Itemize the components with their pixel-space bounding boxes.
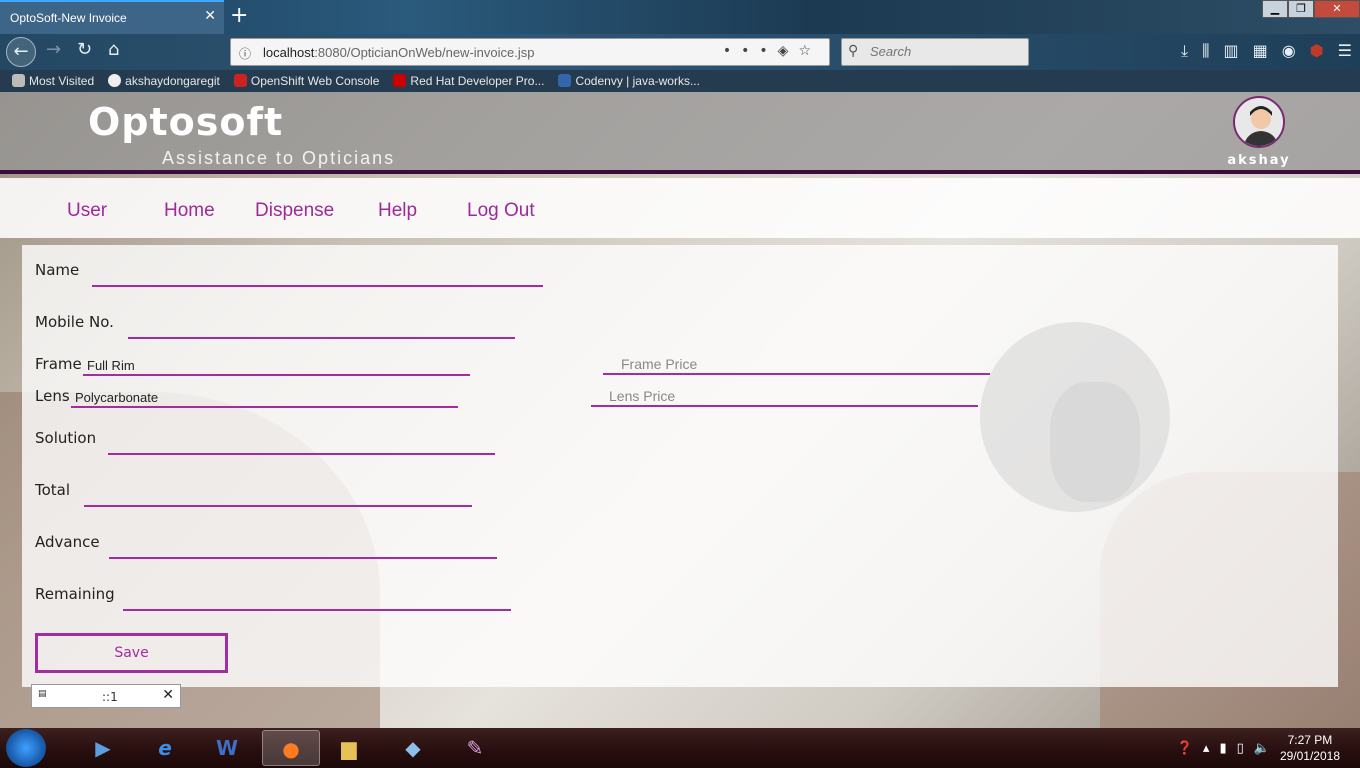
system-tray: ❓ ▴ ▮ ▯ 🔈 7:27 PM 29/01/2018 xyxy=(1177,728,1340,768)
solution-field[interactable] xyxy=(108,435,495,455)
forward-icon[interactable]: → xyxy=(46,39,61,60)
window-close-icon[interactable]: ✕ xyxy=(1314,0,1360,18)
total-field[interactable] xyxy=(84,487,472,507)
name-field[interactable] xyxy=(92,267,543,287)
advance-label: Advance xyxy=(35,533,100,551)
lens-label: Lens xyxy=(35,387,70,405)
clock[interactable]: 7:27 PM 29/01/2018 xyxy=(1280,732,1340,764)
sidebar-icon[interactable]: ▥ xyxy=(1223,41,1238,61)
invoice-form: Name Mobile No. Frame Lens Solution Tota… xyxy=(22,245,1338,687)
download-icon[interactable]: ⤓ xyxy=(1181,41,1188,61)
brand-logo[interactable]: Optosoft xyxy=(88,100,283,144)
remaining-label: Remaining xyxy=(35,585,115,603)
info-icon[interactable]: ⓘ xyxy=(239,45,251,62)
bookmarks-bar: Most Visited akshaydongaregit OpenShift … xyxy=(0,70,1360,92)
word-icon[interactable]: W xyxy=(198,730,256,766)
hamburger-menu-icon[interactable]: ☰ xyxy=(1338,41,1352,61)
tab-title: OptoSoft-New Invoice xyxy=(10,11,127,25)
frame-field[interactable] xyxy=(83,356,470,376)
show-hidden-icon[interactable]: ▴ xyxy=(1203,741,1210,756)
menu-item-help[interactable]: Help xyxy=(378,200,417,222)
frame-label: Frame xyxy=(35,355,82,373)
restore-icon[interactable]: ❐ xyxy=(1288,0,1314,18)
main-menu: User Home Dispense Help Log Out xyxy=(0,178,1360,238)
lens-price-field[interactable] xyxy=(591,387,978,407)
menu-item-home[interactable]: Home xyxy=(164,200,215,222)
browser-navbar: ← → ↻ ⌂ ⓘ localhost:8080/OpticianOnWeb/n… xyxy=(0,34,1360,70)
solution-label: Solution xyxy=(35,429,97,447)
bookmark-item[interactable]: Codenvy | java-works... xyxy=(558,70,700,92)
save-button[interactable]: Save xyxy=(35,633,228,673)
page-background: Optosoft Assistance to Opticians akshay … xyxy=(0,92,1360,728)
media-player-icon[interactable]: ▶ xyxy=(74,730,132,766)
brand-tagline: Assistance to Opticians xyxy=(162,148,396,168)
menu-item-dispense[interactable]: Dispense xyxy=(255,200,334,222)
lens-field[interactable] xyxy=(71,388,458,408)
help-icon[interactable]: ❓ xyxy=(1177,741,1193,756)
popup-text: ::1 xyxy=(102,690,118,704)
home-icon[interactable]: ⌂ xyxy=(108,39,119,60)
clock-date: 29/01/2018 xyxy=(1279,749,1340,763)
search-icon: ⚲ xyxy=(848,43,859,59)
ublock-icon[interactable]: ⬢ xyxy=(1310,41,1324,61)
taskbar: ▶ e W ● ▆ ◆ ✎ ❓ ▴ ▮ ▯ 🔈 7:27 PM 29/01/20… xyxy=(0,728,1360,768)
menu-item-user[interactable]: User xyxy=(67,200,107,222)
battery-icon[interactable]: ▯ xyxy=(1237,741,1244,756)
avatar[interactable] xyxy=(1233,96,1285,148)
network-status-icon[interactable]: ▮ xyxy=(1219,741,1226,756)
more-icon[interactable]: ••• xyxy=(723,43,778,59)
search-box[interactable]: ⚲ xyxy=(841,38,1029,66)
openshift-icon xyxy=(233,74,247,87)
bookmark-star-icon[interactable]: ☆ xyxy=(798,43,821,59)
total-label: Total xyxy=(35,481,71,499)
bookmark-item[interactable]: Red Hat Developer Pro... xyxy=(393,70,544,92)
bookmark-item[interactable]: akshaydongaregit xyxy=(108,70,220,92)
url-text: localhost:8080/OpticianOnWeb/new-invoice… xyxy=(263,45,535,60)
back-icon[interactable]: ← xyxy=(6,37,36,67)
redhat-icon xyxy=(393,74,407,87)
cloud-icon xyxy=(558,74,572,87)
firefox-icon[interactable]: ● xyxy=(262,730,320,766)
github-icon xyxy=(108,74,122,87)
advance-field[interactable] xyxy=(109,539,497,559)
network-icon: ▤ xyxy=(38,689,47,699)
frame-price-field[interactable] xyxy=(603,355,990,375)
site-header: Optosoft Assistance to Opticians akshay xyxy=(0,92,1360,174)
browser-tabstrip: OptoSoft-New Invoice ✕ + ▁ ❐ ✕ xyxy=(0,0,1360,34)
search-input[interactable] xyxy=(870,44,1020,59)
menu-item-logout[interactable]: Log Out xyxy=(467,200,535,222)
url-bar[interactable]: ⓘ localhost:8080/OpticianOnWeb/new-invoi… xyxy=(230,38,830,66)
address-popup: ▤ ::1 ✕ xyxy=(31,684,181,708)
lightbulb-icon[interactable]: ◉ xyxy=(1282,41,1296,61)
explorer-icon[interactable]: ▆ xyxy=(320,730,378,766)
start-button[interactable] xyxy=(6,729,46,767)
page-actions: •••◈☆ xyxy=(723,43,821,59)
minimize-icon[interactable]: ▁ xyxy=(1262,0,1288,18)
mobile-label: Mobile No. xyxy=(35,313,114,331)
tab-close-icon[interactable]: ✕ xyxy=(204,8,216,24)
bookmark-item[interactable]: OpenShift Web Console xyxy=(233,70,379,92)
paint-icon[interactable]: ✎ xyxy=(446,730,504,766)
mobile-field[interactable] xyxy=(128,319,515,339)
window-controls: ▁ ❐ ✕ xyxy=(1262,0,1360,18)
internet-explorer-icon[interactable]: e xyxy=(136,730,194,766)
bookmark-item[interactable]: Most Visited xyxy=(12,70,94,92)
library-icon[interactable]: ⫼ xyxy=(1202,41,1209,61)
gear-icon xyxy=(12,74,25,87)
popup-close-icon[interactable]: ✕ xyxy=(162,687,174,703)
volume-icon[interactable]: 🔈 xyxy=(1254,741,1270,756)
browser-tab[interactable]: OptoSoft-New Invoice ✕ xyxy=(0,0,224,34)
pocket-icon[interactable]: ◈ xyxy=(778,43,799,59)
user-avatar-icon xyxy=(1243,106,1279,146)
grid-icon[interactable]: ▦ xyxy=(1253,41,1268,61)
name-label: Name xyxy=(35,261,80,279)
username[interactable]: akshay xyxy=(1220,153,1298,168)
remaining-field[interactable] xyxy=(123,591,511,611)
clock-time: 7:27 PM xyxy=(1287,733,1333,747)
toolbar-icons: ⤓ ⫼ ▥ ▦ ◉ ⬢ ☰ xyxy=(1181,41,1352,61)
virtualbox-icon[interactable]: ◆ xyxy=(384,730,442,766)
new-tab-icon[interactable]: + xyxy=(230,3,248,28)
reload-icon[interactable]: ↻ xyxy=(77,39,92,60)
